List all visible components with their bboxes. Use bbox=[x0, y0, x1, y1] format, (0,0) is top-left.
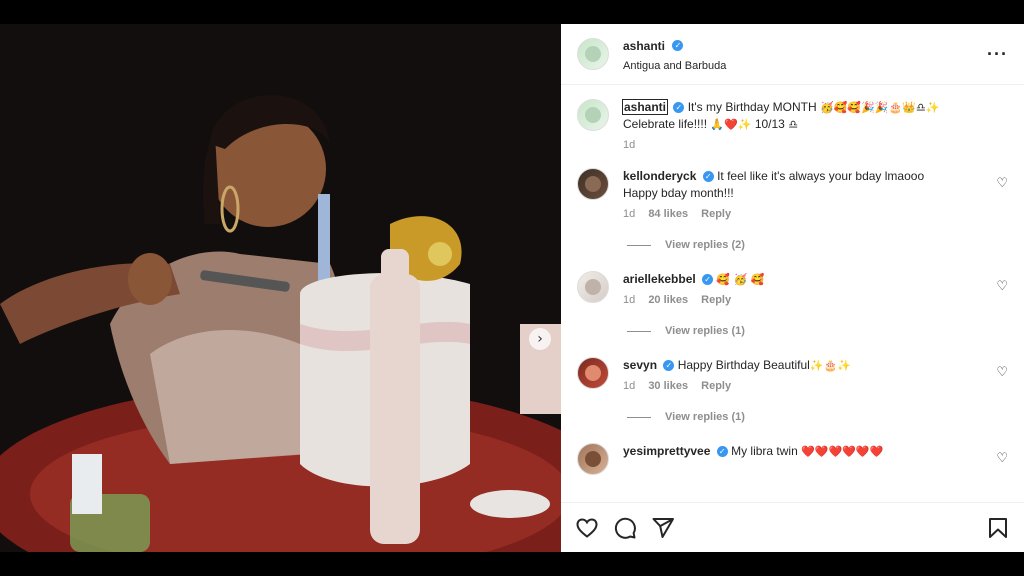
comment-item: yesimprettyvee ✓ My libra twin ❤️❤️❤️❤️❤… bbox=[577, 443, 1008, 475]
post-action-bar bbox=[561, 502, 1024, 552]
commenter-username[interactable]: sevyn bbox=[623, 358, 657, 372]
share-button[interactable] bbox=[651, 516, 675, 540]
comment-bubble-icon bbox=[614, 517, 636, 539]
caption-username[interactable]: ashanti bbox=[621, 99, 669, 115]
commenter-username[interactable]: yesimprettyvee bbox=[623, 444, 710, 458]
comment-text: Happy Birthday Beautiful bbox=[677, 358, 810, 372]
commenter-username[interactable]: kellonderyck bbox=[623, 169, 696, 183]
comment-text: It feel like it's always your bday lmaoo… bbox=[717, 169, 925, 183]
verified-badge-icon: ✓ bbox=[702, 171, 714, 183]
comment-item: kellonderyck ✓ It feel like it's always … bbox=[577, 168, 1008, 223]
caption-emojis-3: ♎ bbox=[788, 118, 799, 131]
instagram-post: › ashanti ✓ Antigua and Barbuda ··· asha… bbox=[0, 24, 1024, 552]
comment-item: sevyn ✓ Happy Birthday Beautiful✨🎂✨ 1d 3… bbox=[577, 357, 1008, 395]
comment-likes[interactable]: 20 likes bbox=[648, 294, 688, 306]
post-header: ashanti ✓ Antigua and Barbuda ··· bbox=[561, 24, 1024, 85]
like-comment-heart-icon[interactable]: ♡ bbox=[996, 176, 1008, 191]
post-side-panel: ashanti ✓ Antigua and Barbuda ··· ashant… bbox=[561, 24, 1024, 552]
comment-emojis: ❤️❤️❤️❤️❤️❤️ bbox=[801, 445, 884, 458]
like-comment-heart-icon[interactable]: ♡ bbox=[996, 279, 1008, 294]
commenter-avatar[interactable] bbox=[577, 168, 609, 200]
reply-button[interactable]: Reply bbox=[701, 380, 731, 392]
like-comment-heart-icon[interactable]: ♡ bbox=[996, 451, 1008, 466]
commenter-avatar[interactable] bbox=[577, 271, 609, 303]
carousel-next-button[interactable]: › bbox=[529, 328, 551, 350]
caption: ashanti ✓ It's my Birthday MONTH 🥳🥰🥰🎉🎉🎂👑… bbox=[577, 99, 1008, 154]
birthday-photo-illustration bbox=[0, 24, 561, 552]
comment-time[interactable]: 1d bbox=[623, 294, 635, 306]
verified-badge-icon: ✓ bbox=[672, 39, 684, 51]
comment-likes[interactable]: 84 likes bbox=[648, 208, 688, 220]
reply-button[interactable]: Reply bbox=[701, 294, 731, 306]
comment-item: ariellekebbel ✓ 🥰 🥳 🥰 1d 20 likes Reply … bbox=[577, 271, 1008, 309]
chevron-right-icon: › bbox=[537, 331, 543, 347]
send-icon bbox=[652, 517, 674, 538]
view-replies-button[interactable]: View replies (1) bbox=[627, 325, 1008, 337]
caption-author-avatar[interactable] bbox=[577, 99, 609, 131]
comment-emojis: ✨🎂✨ bbox=[809, 359, 851, 372]
verified-badge-icon: ✓ bbox=[716, 446, 728, 458]
caption-emojis-2: 🙏❤️✨ bbox=[710, 118, 752, 131]
commenter-avatar[interactable] bbox=[577, 443, 609, 475]
view-replies-label: View replies (1) bbox=[665, 325, 745, 337]
verified-badge-icon: ✓ bbox=[673, 102, 685, 114]
comment-text-line2: Happy bday month!!! bbox=[623, 186, 734, 200]
caption-emojis: 🥳🥰🥰🎉🎉🎂👑♎✨ bbox=[820, 101, 940, 114]
view-replies-button[interactable]: View replies (1) bbox=[627, 411, 1008, 423]
save-button[interactable] bbox=[986, 516, 1010, 540]
comment-likes[interactable]: 30 likes bbox=[648, 380, 688, 392]
author-avatar[interactable] bbox=[577, 38, 609, 70]
comment-emojis: 🥰 🥳 🥰 bbox=[716, 273, 765, 286]
verified-badge-icon: ✓ bbox=[702, 274, 714, 286]
view-replies-button[interactable]: View replies (2) bbox=[627, 239, 1008, 251]
view-replies-label: View replies (2) bbox=[665, 239, 745, 251]
comment-time[interactable]: 1d bbox=[623, 380, 635, 392]
verified-badge-icon: ✓ bbox=[663, 360, 675, 372]
reply-button[interactable]: Reply bbox=[701, 208, 731, 220]
comments-list: ashanti ✓ It's my Birthday MONTH 🥳🥰🥰🎉🎉🎂👑… bbox=[561, 85, 1024, 475]
heart-icon bbox=[576, 517, 598, 538]
caption-time[interactable]: 1d bbox=[623, 139, 635, 151]
comment-time[interactable]: 1d bbox=[623, 208, 635, 220]
comment-button[interactable] bbox=[613, 516, 637, 540]
bookmark-icon bbox=[989, 517, 1007, 538]
caption-date: 10/13 bbox=[754, 117, 785, 131]
commenter-username[interactable]: ariellekebbel bbox=[623, 272, 696, 286]
caption-text: It's my Birthday MONTH bbox=[687, 100, 817, 114]
more-options-icon[interactable]: ··· bbox=[987, 44, 1008, 65]
view-replies-label: View replies (1) bbox=[665, 411, 745, 423]
commenter-avatar[interactable] bbox=[577, 357, 609, 389]
comment-text: My libra twin bbox=[731, 444, 798, 458]
like-comment-heart-icon[interactable]: ♡ bbox=[996, 365, 1008, 380]
author-username[interactable]: ashanti bbox=[623, 39, 665, 53]
post-photo[interactable]: › bbox=[0, 24, 561, 552]
like-button[interactable] bbox=[575, 516, 599, 540]
caption-text-line2: Celebrate life!!!! bbox=[623, 117, 708, 131]
post-location[interactable]: Antigua and Barbuda bbox=[623, 60, 987, 72]
